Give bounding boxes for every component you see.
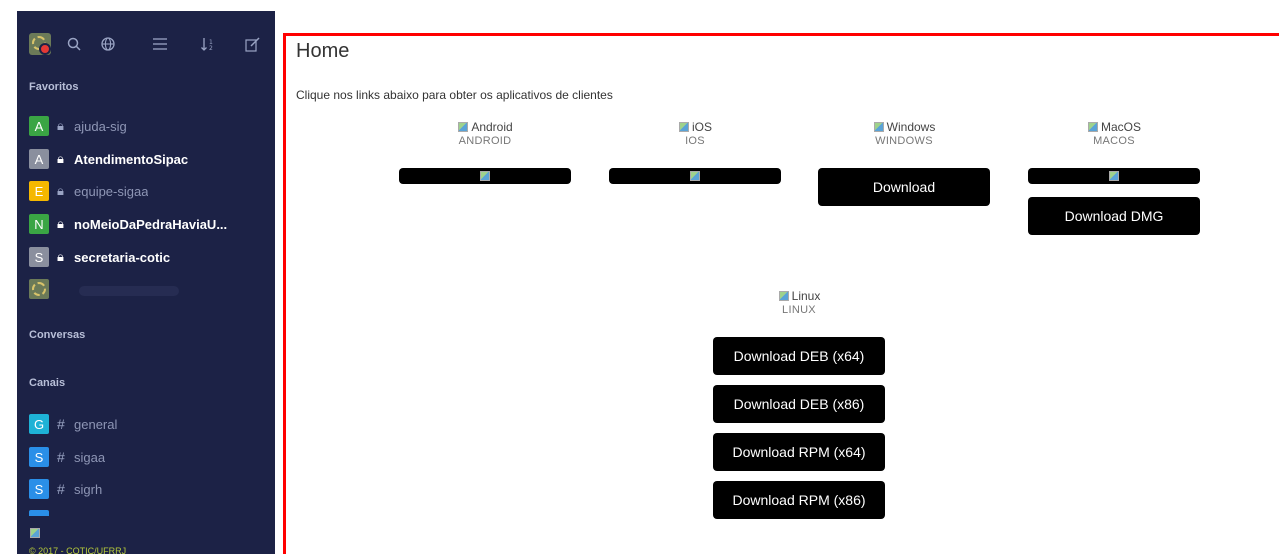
platform-windows: Windows WINDOWS (818, 120, 990, 147)
room-name: AtendimentoSipac (74, 151, 189, 167)
linux-deb-x86-button[interactable]: Download DEB (x86) (713, 385, 885, 423)
favorites-title: Favoritos (29, 81, 79, 93)
sidebar: 12 Favoritos A 🔒︎ ajuda-sig A 🔒︎ Atendim… (17, 11, 275, 554)
platform-name: WINDOWS (875, 135, 933, 147)
room-avatar: A (29, 149, 49, 169)
lock-icon: 🔒︎ (57, 249, 64, 264)
room-name: ajuda-sig (74, 118, 127, 134)
platform-ios: iOS IOS (609, 120, 781, 147)
edit-icon[interactable] (241, 33, 263, 55)
room-avatar: S (29, 479, 49, 499)
room-name: secretaria-cotic (74, 249, 171, 265)
broken-image-icon (457, 121, 469, 133)
room-name: sigrh (74, 481, 103, 497)
macos-download-dmg-button[interactable]: Download DMG (1028, 197, 1200, 235)
platform-macos: MacOS MACOS (1028, 120, 1200, 147)
ios-download-button[interactable] (609, 168, 781, 184)
platform-linux: Linux LINUX (713, 289, 885, 316)
lock-icon: 🔒︎ (57, 151, 64, 166)
platform-name: MACOS (1093, 135, 1135, 147)
broken-image-icon (1108, 170, 1120, 182)
lock-icon: 🔒︎ (57, 118, 64, 133)
macos-image-button[interactable] (1028, 168, 1200, 184)
user-avatar (29, 279, 49, 299)
sidebar-item-sigaa[interactable]: S # sigaa (29, 446, 269, 468)
platform-name: LINUX (782, 304, 816, 316)
user-avatar[interactable] (29, 33, 51, 55)
sidebar-toolbar: 12 (17, 33, 275, 55)
sidebar-footer: © 2017 - COTIC/UFRRJ (29, 546, 127, 554)
list-icon[interactable] (149, 33, 171, 55)
room-avatar: E (29, 181, 49, 201)
channels-title: Canais (29, 377, 66, 389)
broken-image-icon (778, 290, 790, 302)
platform-android: Android ANDROID (399, 120, 571, 147)
room-avatar: S (29, 247, 49, 267)
broken-image-icon (29, 527, 41, 539)
sidebar-item-nomeiodapedra[interactable]: N 🔒︎ noMeioDaPedraHaviaU... (29, 213, 269, 235)
room-name: sigaa (74, 449, 106, 465)
search-icon[interactable] (63, 33, 85, 55)
android-download-button[interactable] (399, 168, 571, 184)
conversations-title: Conversas (29, 329, 86, 341)
room-avatar: S (29, 447, 49, 467)
room-avatar: G (29, 414, 49, 434)
status-indicator (39, 43, 51, 55)
room-name: noMeioDaPedraHaviaU... (74, 216, 228, 232)
sidebar-item-sigrh[interactable]: S # sigrh (29, 478, 269, 500)
broken-image-icon (479, 170, 491, 182)
hash-icon: # (57, 481, 65, 497)
globe-icon[interactable] (97, 33, 119, 55)
lock-icon: 🔒︎ (57, 216, 64, 231)
android-image: Android (399, 120, 571, 134)
room-avatar-partial (29, 510, 49, 516)
main-content: Home Clique nos links abaixo para obter … (283, 33, 1279, 554)
broken-image-icon (689, 170, 701, 182)
sidebar-item-ajuda-sig[interactable]: A 🔒︎ ajuda-sig (29, 115, 269, 137)
hash-icon: # (57, 449, 65, 465)
lock-icon: 🔒︎ (57, 183, 64, 198)
ios-image: iOS (609, 120, 781, 134)
sidebar-item-general[interactable]: G # general (29, 413, 269, 435)
svg-text:2: 2 (209, 45, 213, 51)
linux-deb-x64-button[interactable]: Download DEB (x64) (713, 337, 885, 375)
linux-image: Linux (713, 289, 885, 303)
page-title: Home (296, 40, 350, 62)
linux-rpm-x86-button[interactable]: Download RPM (x86) (713, 481, 885, 519)
sidebar-item-equipe-sigaa[interactable]: E 🔒︎ equipe-sigaa (29, 180, 269, 202)
platform-name: ANDROID (458, 135, 512, 147)
redacted-name (79, 286, 179, 296)
linux-rpm-x64-button[interactable]: Download RPM (x64) (713, 433, 885, 471)
room-avatar: N (29, 214, 49, 234)
broken-image-icon (1087, 121, 1099, 133)
hash-icon: # (57, 416, 65, 432)
intro-text: Clique nos links abaixo para obter os ap… (296, 88, 613, 102)
windows-download-button[interactable]: Download (818, 168, 990, 206)
sidebar-item-secretaria-cotic[interactable]: S 🔒︎ secretaria-cotic (29, 246, 269, 268)
sort-icon[interactable]: 12 (197, 33, 219, 55)
sidebar-item-atendimentosipac[interactable]: A 🔒︎ AtendimentoSipac (29, 148, 269, 170)
broken-image-icon (678, 121, 690, 133)
broken-image-icon (873, 121, 885, 133)
room-avatar: A (29, 116, 49, 136)
room-name: general (74, 416, 118, 432)
macos-image: MacOS (1028, 120, 1200, 134)
room-name: equipe-sigaa (74, 183, 149, 199)
platform-name: IOS (685, 135, 705, 147)
windows-image: Windows (818, 120, 990, 134)
